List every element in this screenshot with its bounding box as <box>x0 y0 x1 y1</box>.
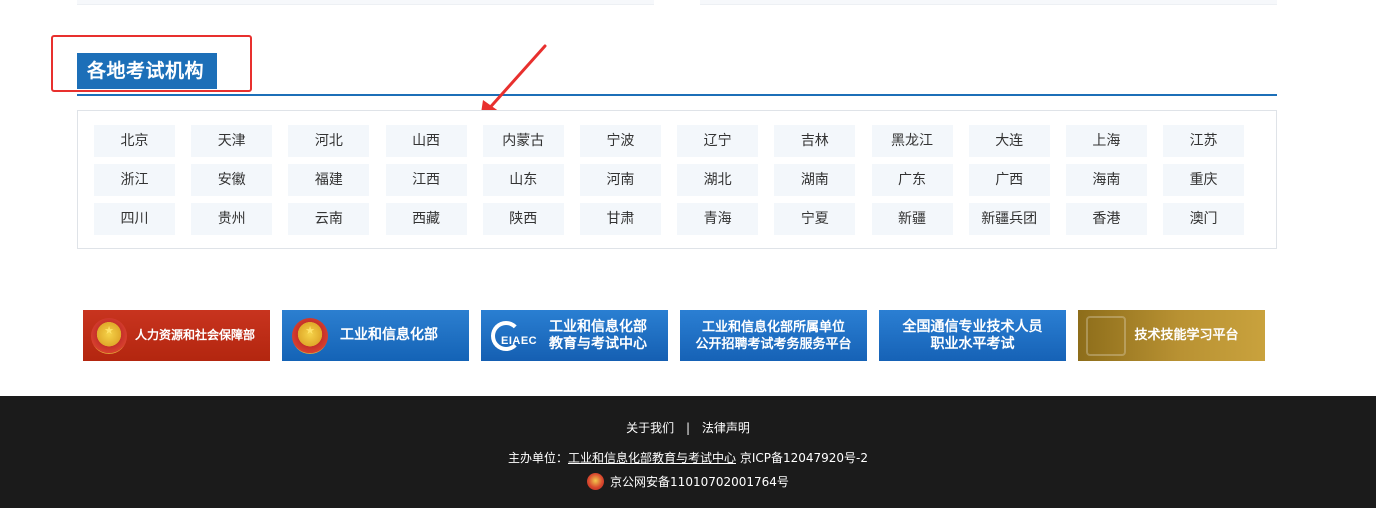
region-link[interactable]: 安徽 <box>191 164 273 196</box>
banner-mohrss-label: 人力资源和社会保障部 <box>135 328 256 342</box>
national-emblem-icon <box>292 317 328 354</box>
police-badge-icon <box>587 473 605 490</box>
region-link[interactable]: 宁夏 <box>774 203 856 235</box>
section-divider <box>77 94 1277 96</box>
footer-host-info: 主办单位：工业和信息化部教育与考试中心 京ICP备12047920号-2 <box>0 449 1376 466</box>
banner-affiliated-label: 工业和信息化部所属单位 公开招聘考试考务服务平台 <box>695 319 852 352</box>
region-link[interactable]: 宁波 <box>579 125 661 157</box>
footer-separator: | <box>685 421 691 435</box>
region-grid: 北京 天津 河北 山西 内蒙古 宁波 辽宁 吉林 黑龙江 大连 上海 江苏浙江 安徽 福建 江西 山东 河南 湖北… <box>94 125 1245 235</box>
host-link[interactable]: 工业和信息化部教育与考试中心 <box>568 451 736 465</box>
region-link[interactable]: 福建 <box>288 164 370 196</box>
police-record-number: 京公网安备11010702001764号 <box>610 475 789 489</box>
region-link[interactable]: 上海 <box>1065 125 1147 157</box>
region-link[interactable]: 新疆兵团 <box>968 203 1050 235</box>
top-card-left <box>77 0 654 5</box>
region-link[interactable]: 山东 <box>482 164 564 196</box>
region-link[interactable]: 青海 <box>677 203 759 235</box>
icp-number: 京ICP备12047920号-2 <box>739 451 869 465</box>
region-link[interactable]: 天津 <box>191 125 273 157</box>
footer: 关于我们 | 法律声明 主办单位：工业和信息化部教育与考试中心 京ICP备120… <box>0 396 1376 508</box>
footer-police-record: 京公网安备11010702001764号 <box>0 473 1376 490</box>
region-link[interactable]: 黑龙江 <box>871 125 953 157</box>
region-link[interactable]: 江苏 <box>1163 125 1245 157</box>
region-link[interactable]: 河北 <box>288 125 370 157</box>
region-link[interactable]: 贵州 <box>191 203 273 235</box>
region-link[interactable]: 西藏 <box>385 203 467 235</box>
banner-affiliated-recruitment[interactable]: 工业和信息化部所属单位 公开招聘考试考务服务平台 <box>680 310 867 361</box>
region-link[interactable]: 北京 <box>94 125 175 157</box>
region-link[interactable]: 新疆 <box>871 203 953 235</box>
banner-ceiaec[interactable]: EIAEC 工业和信息化部 教育与考试中心 <box>481 310 668 361</box>
region-link[interactable]: 澳门 <box>1163 203 1245 235</box>
host-prefix: 主办单位： <box>507 451 568 465</box>
region-link[interactable]: 大连 <box>968 125 1050 157</box>
region-panel: 北京 天津 河北 山西 内蒙古 宁波 辽宁 吉林 黑龙江 大连 上海 江苏浙江 安徽 福建 江西 山东 河南 湖北… <box>77 110 1277 249</box>
region-link[interactable]: 河南 <box>579 164 661 196</box>
region-link[interactable]: 云南 <box>288 203 370 235</box>
region-link[interactable]: 吉林 <box>774 125 856 157</box>
region-link[interactable]: 湖北 <box>677 164 759 196</box>
region-link[interactable]: 辽宁 <box>677 125 759 157</box>
region-link[interactable]: 浙江 <box>94 164 175 196</box>
banner-skills-platform[interactable]: 技术技能学习平台 <box>1078 310 1265 361</box>
region-link[interactable]: 陕西 <box>482 203 564 235</box>
top-card-right <box>700 0 1277 5</box>
banner-ceiaec-label: 工业和信息化部 教育与考试中心 <box>549 318 647 352</box>
legal-notice-link[interactable]: 法律声明 <box>702 421 750 435</box>
footer-links: 关于我们 | 法律声明 <box>0 419 1376 436</box>
region-link[interactable]: 湖南 <box>774 164 856 196</box>
region-link[interactable]: 广西 <box>968 164 1050 196</box>
region-link[interactable]: 香港 <box>1065 203 1147 235</box>
region-link[interactable]: 内蒙古 <box>482 125 564 157</box>
banner-telecom-exam[interactable]: 全国通信专业技术人员 职业水平考试 <box>879 310 1066 361</box>
banner-row: 人力资源和社会保障部 工业和信息化部 EIAEC 工业和信息化部 教育与考试中心… <box>83 310 1265 361</box>
ceiaec-logo-icon: EIAEC <box>491 319 541 353</box>
section-title: 各地考试机构 <box>77 53 217 89</box>
about-us-link[interactable]: 关于我们 <box>626 421 674 435</box>
region-link[interactable]: 江西 <box>385 164 467 196</box>
national-emblem-icon <box>91 317 127 354</box>
region-link[interactable]: 甘肃 <box>579 203 661 235</box>
banner-skills-label: 技术技能学习平台 <box>1134 328 1239 343</box>
region-link[interactable]: 广东 <box>871 164 953 196</box>
banner-miit[interactable]: 工业和信息化部 <box>282 310 469 361</box>
region-link[interactable]: 四川 <box>94 203 175 235</box>
banner-telecom-label: 全国通信专业技术人员 职业水平考试 <box>902 318 1043 352</box>
banner-miit-label: 工业和信息化部 <box>340 327 438 343</box>
region-link[interactable]: 山西 <box>385 125 467 157</box>
banner-mohrss[interactable]: 人力资源和社会保障部 <box>83 310 270 361</box>
region-link[interactable]: 重庆 <box>1163 164 1245 196</box>
region-link[interactable]: 海南 <box>1065 164 1147 196</box>
